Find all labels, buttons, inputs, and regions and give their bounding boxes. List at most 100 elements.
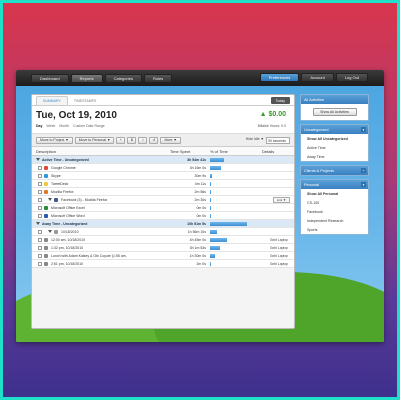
collapse-arrow-icon[interactable] — [36, 222, 40, 225]
nav-reports[interactable]: Reports — [70, 73, 103, 83]
percent-bar — [210, 237, 227, 242]
column-description[interactable]: Description — [32, 149, 170, 154]
collapse-icon[interactable]: ▾ — [361, 182, 366, 187]
row-percent — [210, 172, 262, 180]
sidebar-item-show-all-uncategorized[interactable]: Show All Uncategorized — [301, 134, 368, 143]
nav-rules[interactable]: Rules — [143, 73, 173, 83]
row-time: 2m 56s — [194, 189, 206, 194]
percent-bar — [210, 229, 217, 234]
row-checkbox[interactable] — [38, 189, 42, 194]
row-percent — [210, 260, 262, 268]
more-button[interactable]: More ▼ — [160, 136, 181, 144]
bold-button[interactable]: B — [127, 136, 137, 144]
column-percent[interactable]: % of Time — [210, 149, 262, 154]
row-time: 3h 16m 0s — [189, 165, 206, 170]
percent-bar — [210, 189, 211, 194]
sidebar-item-sports[interactable]: Sports — [301, 225, 368, 234]
nav-logout[interactable]: Log Out — [335, 73, 368, 82]
row-percent — [210, 164, 262, 172]
row-checkbox[interactable] — [38, 237, 42, 242]
sidebar-item-away-time[interactable]: Away Time — [301, 152, 368, 161]
row-label: Active Time - Uncategorized — [42, 157, 89, 162]
percent-bar — [210, 205, 211, 210]
row-details: Gnbt Laptop — [262, 252, 294, 260]
row-details: Link ▼ — [262, 196, 294, 204]
move-to-personal-button[interactable]: Move to Personal ▼ — [74, 136, 115, 144]
italic-button[interactable]: I — [138, 136, 148, 144]
expand-arrow-icon[interactable] — [48, 230, 52, 233]
view-day[interactable]: Day — [36, 124, 42, 128]
row-checkbox[interactable] — [38, 197, 42, 202]
tab-timestamps[interactable]: TIMESTAMPS — [68, 97, 103, 105]
add-button[interactable]: + — [116, 136, 126, 144]
row-checkbox[interactable] — [38, 245, 42, 250]
row-checkbox[interactable] — [38, 181, 42, 186]
row-details — [262, 220, 294, 228]
row-details — [262, 172, 294, 180]
percent-bar — [210, 173, 213, 178]
nav-categories[interactable]: Categories — [104, 73, 142, 83]
row-details — [262, 164, 294, 172]
idle-threshold-select[interactable]: 30 seconds — [266, 137, 290, 144]
sidebar-item-independent-research[interactable]: Independent Research — [301, 216, 368, 225]
refresh-button[interactable]: ↺ — [149, 136, 159, 144]
sidebar-item-facebook[interactable]: Facebook — [301, 207, 368, 216]
row-description: 1:32 pm, 10/18/2010 — [32, 245, 170, 250]
row-checkbox[interactable] — [38, 261, 42, 266]
view-custom-range[interactable]: Custom Date Range — [73, 124, 105, 128]
clients-projects-header[interactable]: Clients & Projects + — [301, 166, 368, 175]
row-time: 30m 9s — [194, 173, 206, 178]
report-toolbar: Move to Project ▼ Move to Personal ▼ + B… — [32, 134, 294, 147]
row-checkbox[interactable] — [38, 253, 42, 258]
row-percent — [210, 180, 262, 188]
column-time[interactable]: Time Spent — [170, 149, 210, 154]
link-dropdown[interactable]: Link ▼ — [272, 196, 290, 203]
expand-arrow-icon[interactable] — [48, 198, 52, 201]
nav-dashboard[interactable]: Dashboard — [31, 73, 69, 83]
collapse-icon[interactable]: ▾ — [361, 127, 366, 132]
row-label: Lunch with Adam Kalsey & Obi Coyote (1:5… — [51, 253, 127, 258]
move-to-project-button[interactable]: Move to Project ▼ — [36, 136, 73, 144]
today-button[interactable]: Today — [270, 97, 290, 104]
percent-bar — [210, 213, 211, 218]
hide-idle-toggle[interactable]: Hide Idle ▼ — [246, 137, 264, 141]
column-details[interactable]: Details — [262, 149, 294, 154]
row-checkbox[interactable] — [38, 229, 42, 234]
view-month[interactable]: Month — [59, 124, 69, 128]
top-navigation: Dashboard Reports Categories Rules Prefe… — [16, 70, 384, 86]
percent-bar — [210, 197, 211, 202]
nav-account[interactable]: Account — [301, 73, 334, 82]
nav-preferences[interactable]: Preferences — [259, 73, 300, 82]
row-time: 1h 56m 10s — [187, 229, 206, 234]
table-row[interactable]: 2:51 pm, 10/18/2010 2m 0s Gnbt Laptop — [32, 260, 294, 268]
row-checkbox[interactable] — [38, 165, 42, 170]
row-description: Skype — [32, 173, 170, 178]
sidebar-item-show-all-personal[interactable]: Show All Personal — [301, 189, 368, 198]
row-time: 2m 30s — [194, 197, 206, 202]
sidebar-item-cs-100[interactable]: CS-100 — [301, 198, 368, 207]
row-details — [262, 156, 294, 164]
row-details: Gnbt Laptop — [262, 244, 294, 252]
row-description: Lunch with Adam Kalsey & Obi Coyote (1:5… — [32, 253, 170, 258]
view-week[interactable]: Week — [46, 124, 55, 128]
row-label: Mozilla Firefox — [51, 189, 74, 194]
tab-summary[interactable]: SUMMARY — [36, 96, 68, 105]
app-window: Dashboard Reports Categories Rules Prefe… — [16, 70, 384, 342]
row-time: 4m 11s — [194, 181, 206, 186]
row-label: Facebook (3) - Mozilla Firefox — [61, 197, 108, 202]
row-description: Facebook (3) - Mozilla Firefox — [32, 197, 170, 202]
row-time: 3h 54m 41s — [187, 157, 206, 162]
current-date: Tue, Oct 19, 2010 — [36, 110, 117, 121]
row-checkbox[interactable] — [38, 173, 42, 178]
collapse-arrow-icon[interactable] — [36, 158, 40, 161]
row-time: 10h 51m 5s — [187, 221, 206, 226]
show-all-activities-button[interactable]: Show All Activities — [312, 108, 357, 116]
row-details: Gnbt Laptop — [262, 236, 294, 244]
row-checkbox[interactable] — [38, 213, 42, 218]
row-percent — [210, 212, 262, 220]
expand-icon[interactable]: + — [361, 168, 366, 173]
row-time: 3h 1m 53s — [189, 245, 206, 250]
sidebar-item-active-time[interactable]: Active Time — [301, 143, 368, 152]
row-checkbox[interactable] — [38, 205, 42, 210]
percent-bar — [210, 157, 224, 162]
